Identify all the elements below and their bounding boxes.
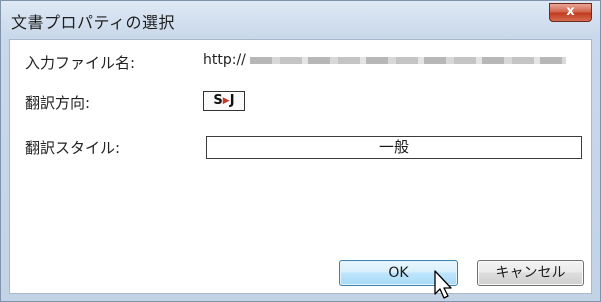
ok-label: OK: [388, 265, 409, 281]
dialog-window: 文書プロパティの選択 x 入力ファイル名: http:// 翻訳方向: S▶J …: [0, 0, 601, 302]
redacted-url: [249, 56, 566, 64]
right-arrow-icon: ▶: [222, 96, 230, 106]
direction-label: 翻訳方向:: [25, 94, 91, 112]
file-url-prefix: http://: [203, 52, 246, 68]
file-name-value: http://: [203, 52, 579, 74]
dialog-body: 入力ファイル名: http:// 翻訳方向: S▶J 翻訳スタイル: 一般 OK…: [9, 39, 592, 299]
style-label: 翻訳スタイル:: [25, 139, 121, 157]
direction-source: S: [213, 93, 223, 108]
direction-target: J: [229, 93, 235, 108]
translation-direction-badge: S▶J: [203, 91, 245, 111]
translation-style-select[interactable]: 一般: [206, 136, 582, 159]
close-button[interactable]: x: [549, 3, 592, 22]
cancel-label: キャンセル: [495, 265, 566, 281]
close-icon: x: [566, 4, 575, 19]
file-name-label: 入力ファイル名:: [25, 54, 136, 72]
style-value: 一般: [378, 138, 409, 156]
title-bar[interactable]: 文書プロパティの選択 x: [1, 1, 600, 39]
mouse-pointer-icon: [434, 270, 452, 299]
window-title: 文書プロパティの選択: [11, 13, 176, 32]
cancel-button[interactable]: キャンセル: [477, 260, 584, 286]
